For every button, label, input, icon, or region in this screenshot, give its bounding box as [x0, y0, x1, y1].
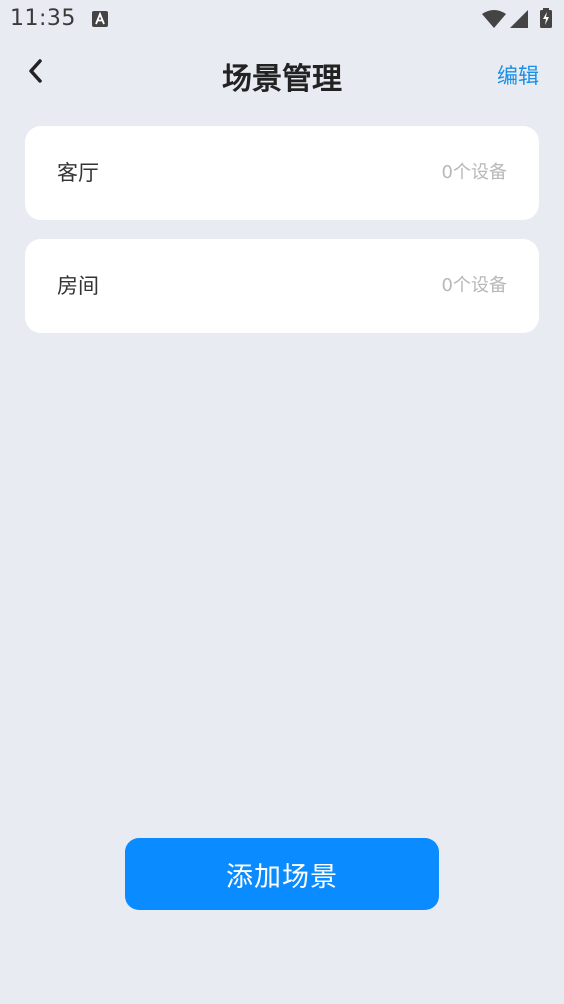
scene-list: 客厅 0个设备 房间 0个设备: [25, 126, 539, 352]
scene-name: 房间: [57, 274, 99, 298]
scene-card-living-room[interactable]: 客厅 0个设备: [25, 126, 539, 220]
battery-charging-icon: [540, 8, 552, 28]
scene-device-count: 0个设备: [441, 162, 507, 183]
signal-icon: [510, 10, 528, 28]
scene-name: 客厅: [57, 161, 99, 185]
status-time: 11:35: [10, 6, 76, 31]
page-title: 场景管理: [222, 62, 342, 97]
scene-card-room[interactable]: 房间 0个设备: [25, 239, 539, 333]
notification-a-icon: [92, 11, 108, 27]
add-scene-button[interactable]: 添加场景: [125, 838, 439, 910]
nav-bar: 场景管理 编辑: [0, 44, 564, 102]
status-bar: 11:35: [0, 0, 564, 40]
edit-button[interactable]: 编辑: [497, 60, 539, 90]
wifi-icon: [482, 10, 506, 28]
scene-device-count: 0个设备: [441, 275, 507, 296]
